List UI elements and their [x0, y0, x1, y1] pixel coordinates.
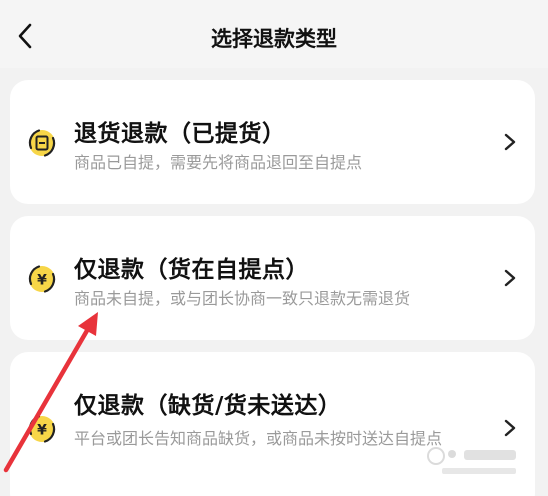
- option-title: 仅退款（缺货/货未送达）: [74, 393, 342, 419]
- yen-cycle-icon: ¥: [28, 265, 56, 293]
- svg-text:¥: ¥: [37, 423, 47, 439]
- chevron-right-icon: [504, 133, 516, 151]
- refund-option-return-and-refund[interactable]: 退货退款（已提货） 商品已自提，需要先将商品退回至自提点: [10, 80, 535, 204]
- option-description: 商品未自提，或与团长协商一致只退款无需退货: [74, 289, 411, 308]
- option-description: 平台或团长告知商品缺货，或商品未按时送达自提点: [74, 429, 443, 448]
- option-title: 仅退款（货在自提点）: [74, 257, 309, 283]
- svg-text:¥: ¥: [37, 273, 47, 289]
- receipt-cycle-icon: [28, 129, 56, 157]
- option-title: 退货退款（已提货）: [74, 121, 286, 147]
- chevron-right-icon: [504, 419, 516, 437]
- chevron-right-icon: [504, 269, 516, 287]
- refund-option-refund-only-at-pickup[interactable]: ¥ 仅退款（货在自提点） 商品未自提，或与团长协商一致只退款无需退货: [10, 216, 535, 340]
- page-title: 选择退款类型: [211, 27, 337, 51]
- yen-cycle-icon: ¥: [28, 415, 56, 443]
- watermark-logo-icon: [427, 447, 516, 474]
- top-bar: 选择退款类型: [0, 0, 548, 68]
- option-description: 商品已自提，需要先将商品退回至自提点: [74, 153, 363, 172]
